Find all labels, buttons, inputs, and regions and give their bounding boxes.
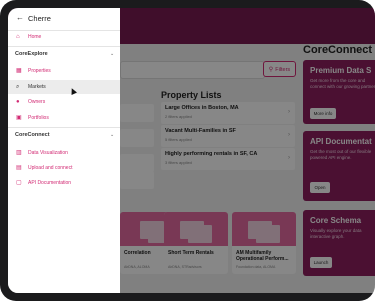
nav-item-owners[interactable]: ● Owners [8, 95, 120, 109]
chevron-down-icon[interactable]: ⌄ [110, 132, 114, 138]
nav-label: Home [28, 34, 42, 40]
home-icon: ⌂ [16, 34, 20, 40]
device-frame: ⚲ Filters Property Lists Large Offices in… [0, 0, 375, 301]
nav-item-properties[interactable]: ▦ Properties [8, 64, 120, 78]
nav-label: Data Visualization [28, 150, 68, 156]
nav-item-portfolios[interactable]: ▣ Portfolios [8, 111, 120, 125]
chevron-down-icon[interactable]: ⌄ [110, 51, 114, 57]
document-icon: ▢ [16, 180, 22, 186]
divider [8, 46, 120, 47]
markets-search-icon: ⌕ [16, 84, 20, 90]
upload-icon: ▤ [16, 165, 22, 171]
nav-item-data-visualization[interactable]: ▥ Data Visualization [8, 146, 120, 160]
nav-drawer: ← Cherre ⌂ Home CoreExplore ⌄ ▦ Properti… [8, 8, 120, 293]
app-screen: ⚲ Filters Property Lists Large Offices in… [8, 8, 375, 293]
nav-item-markets[interactable]: ⌕ Markets [8, 80, 120, 94]
nav-item-api-documentation[interactable]: ▢ API Documentation [8, 176, 120, 190]
chart-icon: ▥ [16, 150, 22, 156]
nav-label: API Documentation [28, 180, 72, 186]
briefcase-icon: ▣ [16, 115, 22, 121]
back-arrow-icon[interactable]: ← [16, 13, 24, 22]
nav-label: Properties [28, 68, 51, 74]
section-coreexplore[interactable]: CoreExplore [15, 51, 48, 57]
person-icon: ● [16, 99, 20, 105]
drawer-title: Cherre [28, 14, 51, 23]
drawer-header: ← Cherre [8, 8, 120, 30]
nav-item-home[interactable]: ⌂ Home [8, 30, 120, 44]
divider [8, 127, 120, 128]
nav-label: Portfolios [28, 115, 49, 121]
nav-label: Upload and connect [28, 165, 73, 171]
nav-label: Owners [28, 99, 46, 105]
nav-item-upload-and-connect[interactable]: ▤ Upload and connect [8, 161, 120, 175]
nav-label: Markets [28, 84, 46, 90]
building-icon: ▦ [16, 68, 22, 74]
section-coreconnect[interactable]: CoreConnect [15, 132, 50, 138]
